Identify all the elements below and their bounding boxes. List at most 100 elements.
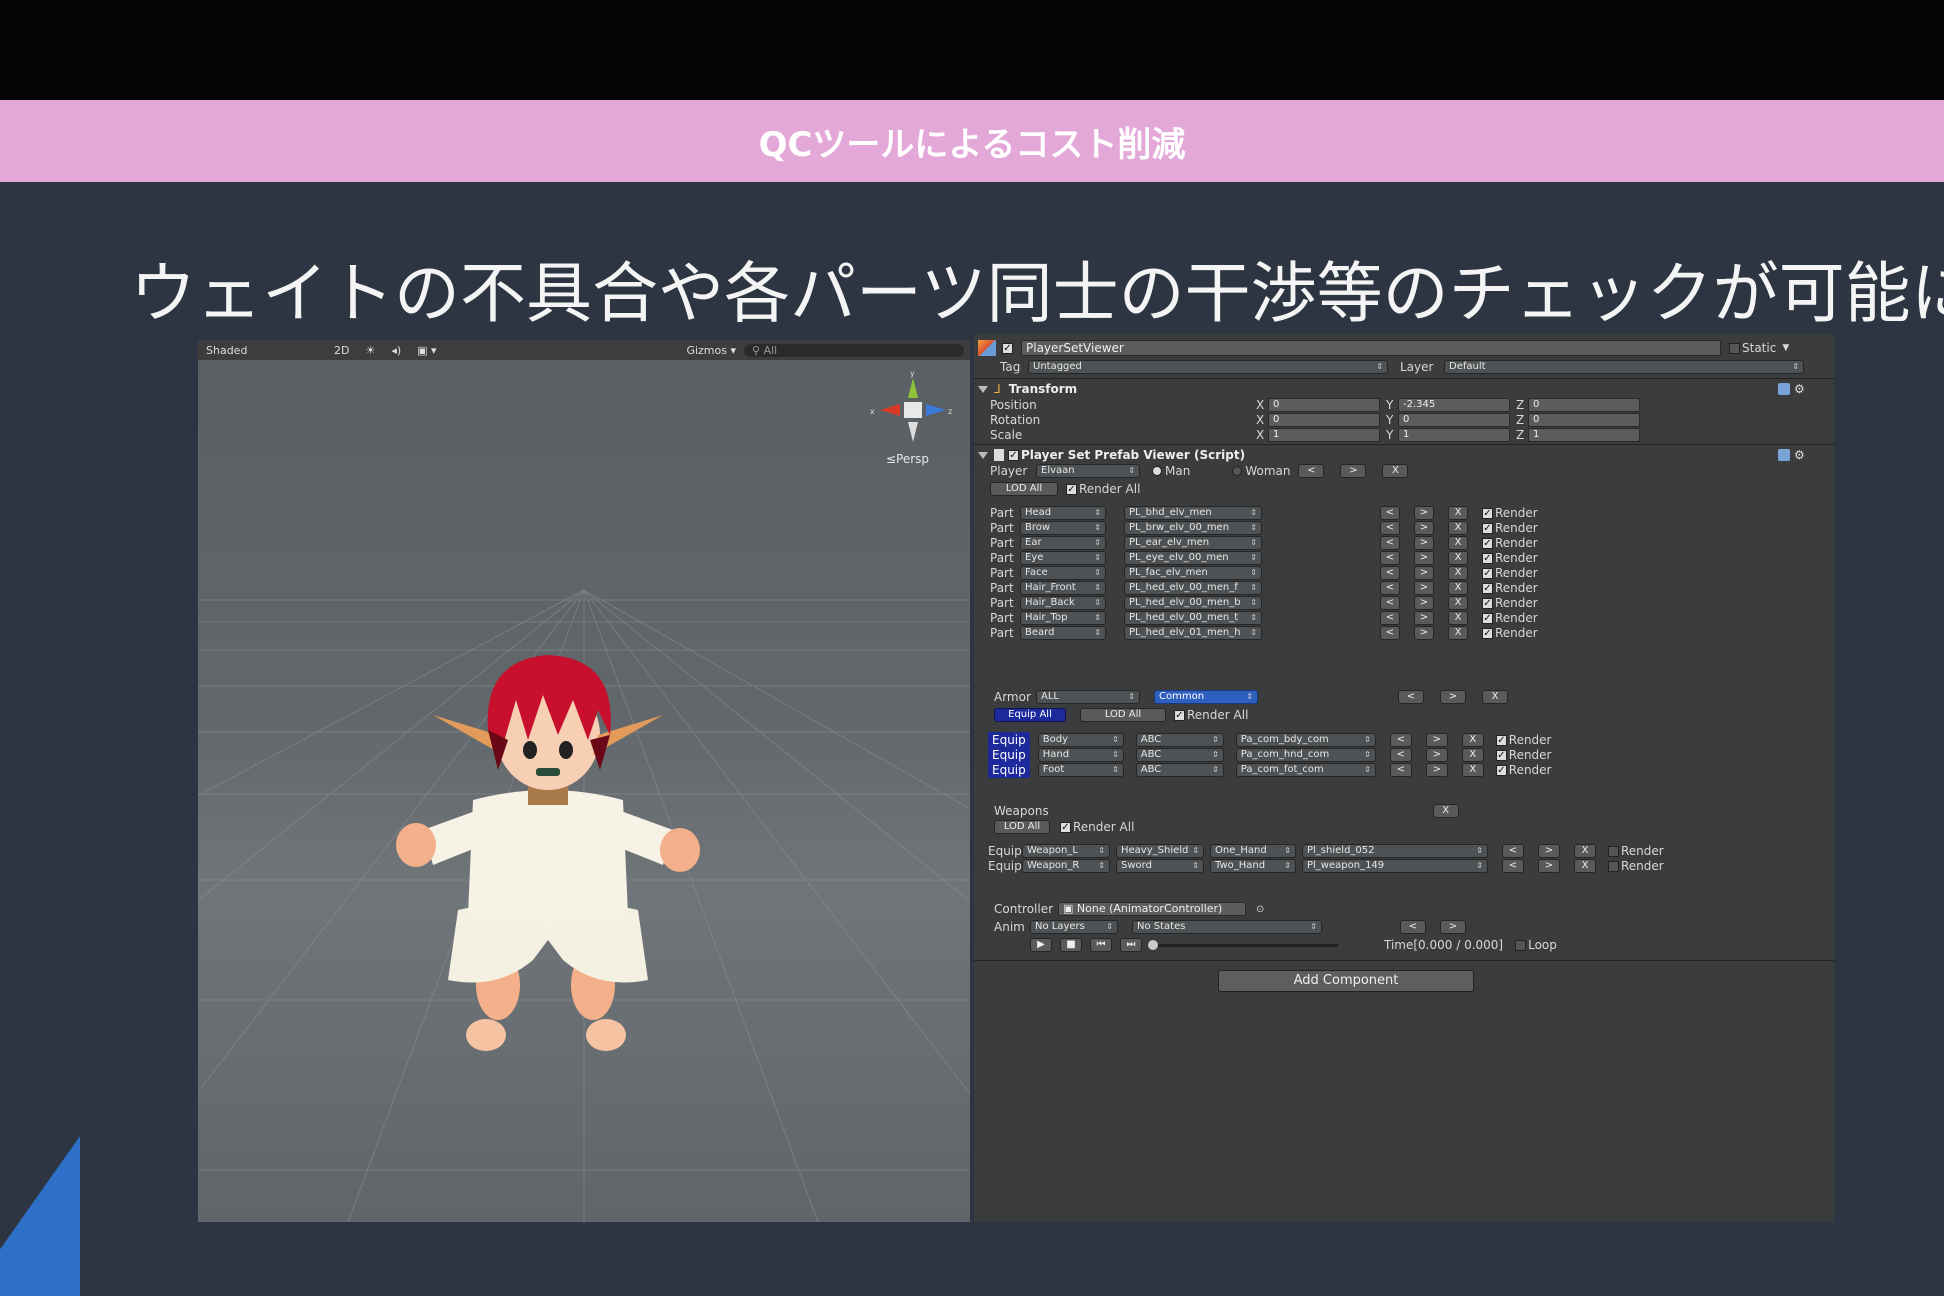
part-slot-dropdown[interactable]: Head bbox=[1020, 506, 1106, 520]
timeline-slider[interactable] bbox=[1148, 939, 1338, 950]
part-slot-dropdown[interactable]: Face bbox=[1020, 566, 1106, 580]
man-radio[interactable] bbox=[1152, 466, 1162, 476]
part-mesh-dropdown[interactable]: PL_hed_elv_01_men_h bbox=[1124, 626, 1262, 640]
armor-row-close-button[interactable]: X bbox=[1461, 748, 1484, 762]
armor-slot-dropdown[interactable]: Hand bbox=[1037, 748, 1124, 762]
play-icon[interactable]: ▶ bbox=[1030, 938, 1052, 952]
script-header[interactable]: ✓ Player Set Prefab Viewer (Script) bbox=[978, 448, 1245, 462]
gizmos-dropdown[interactable]: Gizmos ▾ bbox=[678, 344, 744, 357]
armor-row-close-button[interactable]: X bbox=[1461, 763, 1484, 777]
weapon-mesh-dropdown[interactable]: Pl_shield_052 bbox=[1302, 844, 1488, 858]
part-render-checkbox[interactable]: ✓ bbox=[1482, 552, 1493, 564]
part-render-checkbox[interactable]: ✓ bbox=[1482, 537, 1493, 549]
part-close-button[interactable]: X bbox=[1448, 566, 1468, 580]
weapon-render-checkbox[interactable] bbox=[1608, 845, 1619, 857]
equip-button[interactable]: Equip bbox=[988, 732, 1030, 748]
y-value-field[interactable]: 1 bbox=[1398, 428, 1510, 442]
x-value-field[interactable]: 0 bbox=[1268, 413, 1380, 427]
part-slot-dropdown[interactable]: Brow bbox=[1020, 521, 1106, 535]
equip-button[interactable]: Equip bbox=[988, 747, 1030, 763]
loop-checkbox[interactable] bbox=[1515, 939, 1527, 951]
tag-dropdown[interactable]: Untagged bbox=[1028, 360, 1388, 374]
armor-mesh-dropdown[interactable]: Pa_com_fot_com bbox=[1235, 763, 1376, 777]
weapons-close-button[interactable]: X bbox=[1432, 804, 1459, 818]
part-mesh-dropdown[interactable]: PL_hed_elv_00_men_t bbox=[1124, 611, 1262, 625]
player-dropdown[interactable]: Elvaan bbox=[1036, 464, 1140, 478]
player-close-button[interactable]: X bbox=[1382, 464, 1409, 478]
anim-next-button[interactable]: > bbox=[1440, 920, 1466, 934]
persp-label[interactable]: ≤Persp bbox=[886, 452, 929, 466]
part-close-button[interactable]: X bbox=[1448, 581, 1468, 595]
armor-prev-button[interactable]: < bbox=[1398, 690, 1424, 704]
x-value-field[interactable]: 1 bbox=[1268, 428, 1380, 442]
part-prev-button[interactable]: < bbox=[1380, 626, 1400, 640]
part-next-button[interactable]: > bbox=[1414, 596, 1434, 610]
stop-icon[interactable]: ■ bbox=[1060, 938, 1082, 952]
audio-icon[interactable]: ◂) bbox=[383, 344, 409, 357]
player-next-button[interactable]: > bbox=[1340, 464, 1367, 478]
part-slot-dropdown[interactable]: Beard bbox=[1020, 626, 1106, 640]
static-checkbox[interactable] bbox=[1729, 342, 1740, 354]
armor-lod-all-button[interactable]: LOD All bbox=[1080, 708, 1166, 722]
lod-all-button[interactable]: LOD All bbox=[990, 482, 1058, 496]
part-slot-dropdown[interactable]: Hair_Front bbox=[1020, 581, 1106, 595]
part-close-button[interactable]: X bbox=[1448, 596, 1468, 610]
part-slot-dropdown[interactable]: Eye bbox=[1020, 551, 1106, 565]
part-next-button[interactable]: > bbox=[1414, 611, 1434, 625]
part-close-button[interactable]: X bbox=[1448, 611, 1468, 625]
part-mesh-dropdown[interactable]: PL_hed_elv_00_men_f bbox=[1124, 581, 1262, 595]
armor-next-button[interactable]: > bbox=[1440, 690, 1466, 704]
weapons-render-all-checkbox[interactable]: ✓ bbox=[1060, 821, 1071, 833]
weapons-lod-all-button[interactable]: LOD All bbox=[994, 820, 1050, 834]
weapon-next-button[interactable]: > bbox=[1538, 844, 1560, 858]
step-back-icon[interactable]: ⏮ bbox=[1090, 938, 1112, 952]
part-mesh-dropdown[interactable]: PL_eye_elv_00_men bbox=[1124, 551, 1262, 565]
chevron-down-icon[interactable]: ▼ bbox=[1782, 343, 1789, 353]
part-close-button[interactable]: X bbox=[1448, 521, 1468, 535]
armor-render-checkbox[interactable]: ✓ bbox=[1495, 749, 1507, 761]
armor-abc-dropdown[interactable]: ABC bbox=[1135, 748, 1224, 762]
shaded-dropdown[interactable]: Shaded bbox=[198, 344, 326, 357]
armor-abc-dropdown[interactable]: ABC bbox=[1135, 763, 1224, 777]
armor-mesh-dropdown[interactable]: Pa_com_hnd_com bbox=[1235, 748, 1376, 762]
part-prev-button[interactable]: < bbox=[1380, 536, 1400, 550]
part-render-checkbox[interactable]: ✓ bbox=[1482, 612, 1493, 624]
foldout-arrow-icon[interactable] bbox=[978, 451, 988, 459]
weapon-close-button[interactable]: X bbox=[1574, 844, 1596, 858]
part-mesh-dropdown[interactable]: PL_hed_elv_00_men_b bbox=[1124, 596, 1262, 610]
part-mesh-dropdown[interactable]: PL_ear_elv_men bbox=[1124, 536, 1262, 550]
layer-dropdown[interactable]: Default bbox=[1444, 360, 1804, 374]
part-render-checkbox[interactable]: ✓ bbox=[1482, 582, 1493, 594]
script-enabled-checkbox[interactable]: ✓ bbox=[1008, 449, 1019, 461]
armor-render-checkbox[interactable]: ✓ bbox=[1495, 764, 1507, 776]
armor-dropdown[interactable]: ALL bbox=[1036, 690, 1140, 704]
part-prev-button[interactable]: < bbox=[1380, 596, 1400, 610]
part-next-button[interactable]: > bbox=[1414, 506, 1434, 520]
part-slot-dropdown[interactable]: Ear bbox=[1020, 536, 1106, 550]
timeline-handle[interactable] bbox=[1148, 939, 1158, 950]
step-forward-icon[interactable]: ⏭ bbox=[1120, 938, 1142, 952]
armor-row-prev-button[interactable]: < bbox=[1389, 763, 1412, 777]
weapon-hand-dropdown[interactable]: One_Hand bbox=[1210, 844, 1296, 858]
part-close-button[interactable]: X bbox=[1448, 506, 1468, 520]
armor-row-close-button[interactable]: X bbox=[1461, 733, 1484, 747]
part-next-button[interactable]: > bbox=[1414, 521, 1434, 535]
part-render-checkbox[interactable]: ✓ bbox=[1482, 522, 1493, 534]
part-mesh-dropdown[interactable]: PL_fac_elv_men bbox=[1124, 566, 1262, 580]
equip-all-button[interactable]: Equip All bbox=[994, 708, 1066, 722]
armor-row-next-button[interactable]: > bbox=[1425, 748, 1448, 762]
weapon-render-checkbox[interactable] bbox=[1608, 860, 1619, 872]
part-next-button[interactable]: > bbox=[1414, 536, 1434, 550]
armor-close-button[interactable]: X bbox=[1482, 690, 1508, 704]
z-value-field[interactable]: 1 bbox=[1528, 428, 1640, 442]
woman-radio[interactable] bbox=[1232, 466, 1243, 476]
part-prev-button[interactable]: < bbox=[1380, 506, 1400, 520]
armor-row-next-button[interactable]: > bbox=[1425, 733, 1448, 747]
armor-set-dropdown[interactable]: Common bbox=[1154, 690, 1258, 704]
armor-row-next-button[interactable]: > bbox=[1425, 763, 1448, 777]
armor-slot-dropdown[interactable]: Foot bbox=[1037, 763, 1124, 777]
part-next-button[interactable]: > bbox=[1414, 626, 1434, 640]
part-prev-button[interactable]: < bbox=[1380, 566, 1400, 580]
render-all-checkbox[interactable]: ✓ bbox=[1066, 483, 1077, 495]
object-picker-icon[interactable]: ⊙ bbox=[1256, 904, 1264, 915]
